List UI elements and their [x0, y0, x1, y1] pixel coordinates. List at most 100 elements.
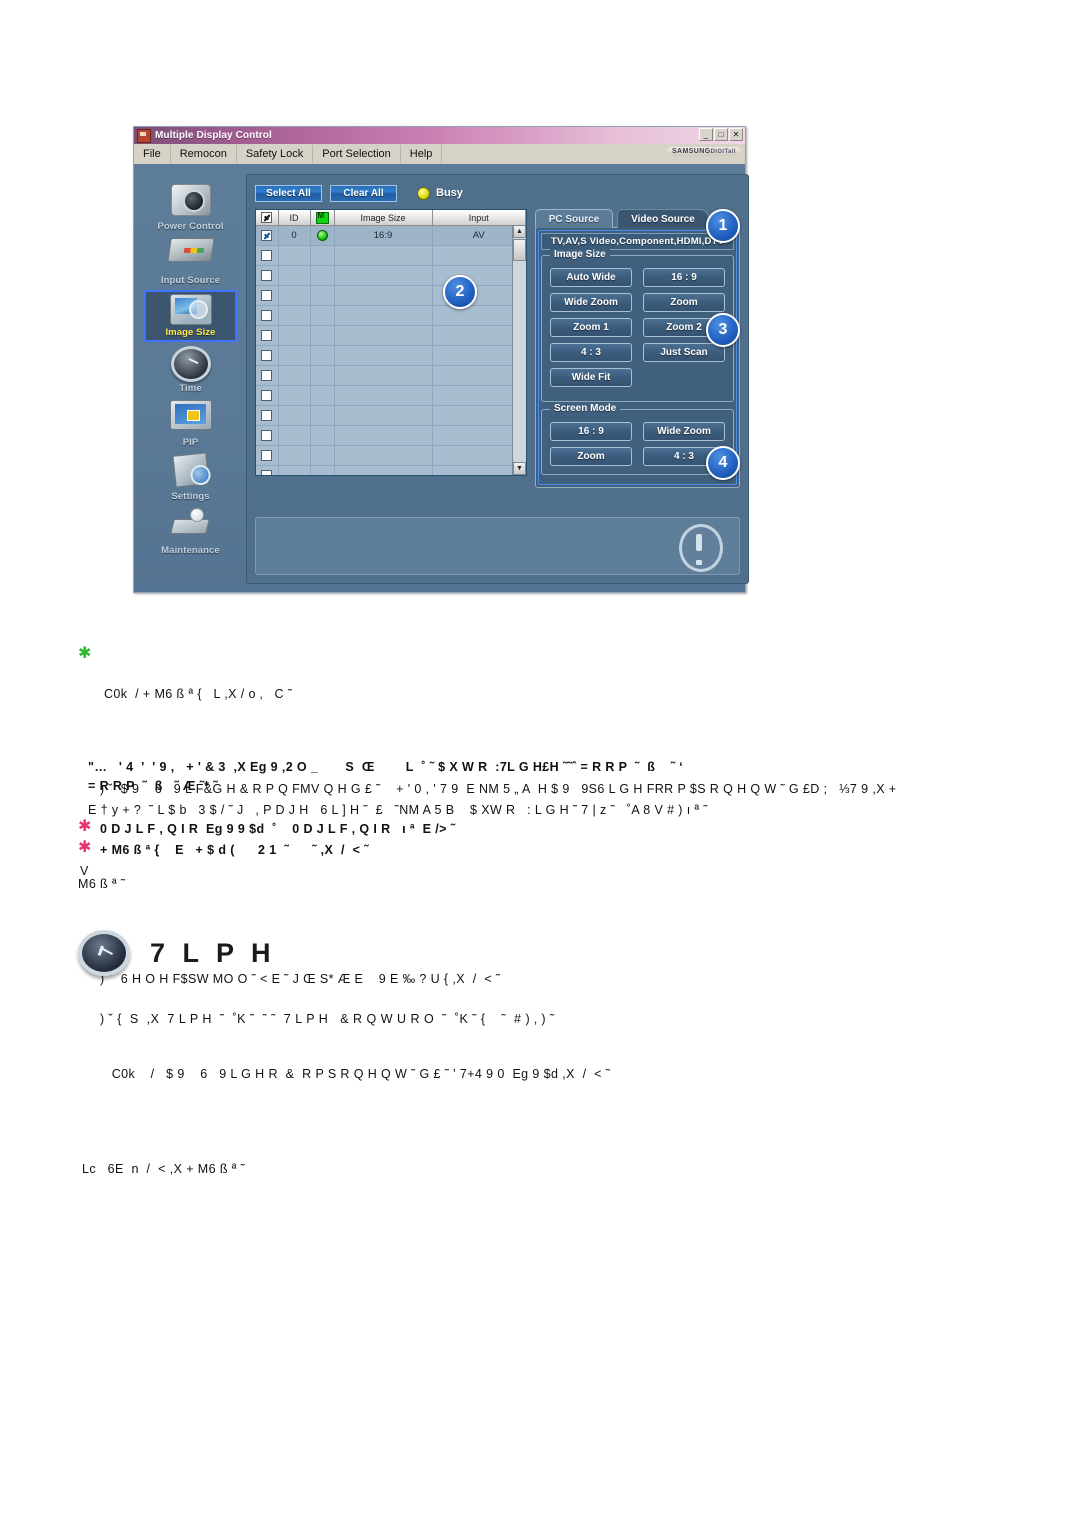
sidebar-item-maintenance[interactable]: Maintenance	[144, 506, 237, 558]
row-checkbox-icon[interactable]	[261, 469, 273, 475]
table-row[interactable]	[256, 405, 526, 426]
menu-item-help[interactable]: Help	[401, 145, 443, 163]
row-checkbox-icon[interactable]	[261, 329, 273, 341]
row-status	[310, 385, 335, 406]
row-checkbox-cell[interactable]	[256, 285, 279, 306]
table-row[interactable]	[256, 385, 526, 406]
clear-all-button[interactable]: Clear All	[330, 184, 397, 202]
panels: ID Image Size Input 0 16:9	[255, 209, 740, 488]
wide-zoom-button[interactable]: Wide Zoom	[550, 293, 632, 312]
sidebar-item-input-source[interactable]: Input Source	[144, 236, 237, 288]
row-id: 0	[278, 225, 311, 246]
table-row[interactable]	[256, 425, 526, 446]
sidebar-item-pip[interactable]: PIP	[144, 398, 237, 450]
header-status[interactable]	[310, 210, 335, 226]
scroll-down-button[interactable]: ▼	[513, 462, 526, 475]
table-row[interactable]	[256, 365, 526, 386]
row-checkbox-cell[interactable]	[256, 365, 279, 386]
menu-item-remocon[interactable]: Remocon	[171, 145, 237, 163]
samsung-logo: SAMSUNGDIGITall	[666, 147, 741, 156]
row-checkbox-cell[interactable]	[256, 245, 279, 266]
table-row[interactable]: 0 16:9 AV	[256, 225, 526, 246]
screen-mode-wide-zoom-button[interactable]: Wide Zoom	[643, 422, 725, 441]
row-status	[310, 245, 335, 266]
menu-bar: File Remocon Safety Lock Port Selection …	[134, 144, 745, 165]
row-checkbox-cell[interactable]	[256, 405, 279, 426]
menu-item-file[interactable]: File	[134, 145, 171, 163]
row-checkbox-cell[interactable]	[256, 265, 279, 286]
table-row[interactable]	[256, 325, 526, 346]
row-id	[278, 325, 311, 346]
row-checkbox-icon[interactable]	[261, 389, 273, 401]
row-checkbox-icon[interactable]	[261, 269, 273, 281]
image-size-group-title: Image Size	[550, 249, 610, 260]
settings-icon	[171, 452, 210, 488]
table-row[interactable]	[256, 465, 526, 475]
callout-2: 2	[443, 275, 477, 309]
header-id[interactable]: ID	[278, 210, 311, 226]
row-checkbox-cell[interactable]	[256, 345, 279, 366]
close-button[interactable]: ✕	[729, 128, 743, 141]
row-image-size	[334, 365, 433, 386]
zoom-button[interactable]: Zoom	[643, 293, 725, 312]
header-image-size[interactable]: Image Size	[334, 210, 433, 226]
row-checkbox-cell[interactable]	[256, 385, 279, 406]
scrollbar-thumb[interactable]	[513, 239, 526, 261]
minimize-button[interactable]: _	[699, 128, 713, 141]
row-checkbox-cell[interactable]	[256, 425, 279, 446]
sidebar-item-time[interactable]: Time	[144, 344, 237, 396]
display-list-table[interactable]: ID Image Size Input 0 16:9	[255, 209, 527, 476]
sidebar-item-settings[interactable]: Settings	[144, 452, 237, 504]
header-input[interactable]: Input	[432, 210, 526, 226]
row-checkbox-icon[interactable]	[261, 249, 273, 261]
table-row[interactable]	[256, 445, 526, 466]
auto-wide-button[interactable]: Auto Wide	[550, 268, 632, 287]
menu-item-safety-lock[interactable]: Safety Lock	[237, 145, 314, 163]
menu-item-port-selection[interactable]: Port Selection	[313, 145, 401, 163]
select-all-button[interactable]: Select All	[255, 184, 322, 202]
samsung-brand-text: SAMSUNG	[671, 148, 711, 155]
bullet-icon-green-1: ✱	[78, 645, 92, 662]
row-checkbox-cell[interactable]	[256, 325, 279, 346]
sidebar-item-image-size[interactable]: Image Size	[144, 290, 237, 342]
sidebar-item-power-control[interactable]: Power Control	[144, 182, 237, 234]
row-checkbox-icon[interactable]	[261, 309, 273, 321]
table-row[interactable]	[256, 285, 526, 306]
row-checkbox-icon[interactable]	[261, 369, 273, 381]
row-image-size	[334, 405, 433, 426]
row-checkbox-cell[interactable]	[256, 445, 279, 466]
sixteen-nine-button[interactable]: 16 : 9	[643, 268, 725, 287]
row-checkbox-icon[interactable]	[261, 229, 273, 241]
table-row[interactable]	[256, 305, 526, 326]
tab-video-source[interactable]: Video Source	[617, 209, 709, 228]
row-checkbox-cell[interactable]	[256, 225, 279, 246]
just-scan-button[interactable]: Just Scan	[643, 343, 725, 362]
row-id	[278, 365, 311, 386]
row-checkbox-icon[interactable]	[261, 429, 273, 441]
zoom-1-button[interactable]: Zoom 1	[550, 318, 632, 337]
row-checkbox-icon[interactable]	[261, 449, 273, 461]
table-row[interactable]	[256, 345, 526, 366]
table-row[interactable]	[256, 245, 526, 266]
row-checkbox-cell[interactable]	[256, 305, 279, 326]
header-checkbox-icon[interactable]	[261, 212, 273, 224]
wide-fit-button[interactable]: Wide Fit	[550, 368, 632, 387]
row-image-size	[334, 265, 433, 286]
sidebar-label-power-control: Power Control	[157, 221, 224, 232]
time-section-heading: 7 L P H	[78, 930, 276, 976]
scroll-up-button[interactable]: ▲	[513, 225, 526, 238]
table-scrollbar[interactable]: ▲ ▼	[512, 225, 526, 475]
row-status	[310, 265, 335, 286]
screen-mode-sixteen-nine-button[interactable]: 16 : 9	[550, 422, 632, 441]
row-checkbox-icon[interactable]	[261, 289, 273, 301]
row-checkbox-icon[interactable]	[261, 409, 273, 421]
row-checkbox-icon[interactable]	[261, 349, 273, 361]
note-2-line-3: E † y + ? ˜ L $ b 3 $ / ˜ J , P D J H 6 …	[88, 803, 708, 817]
table-row[interactable]	[256, 265, 526, 286]
row-checkbox-cell[interactable]	[256, 465, 279, 475]
maximize-button[interactable]: □	[714, 128, 728, 141]
four-three-button[interactable]: 4 : 3	[550, 343, 632, 362]
tab-pc-source[interactable]: PC Source	[535, 209, 613, 228]
screen-mode-zoom-button[interactable]: Zoom	[550, 447, 632, 466]
header-select-all-checkbox[interactable]	[256, 210, 279, 226]
